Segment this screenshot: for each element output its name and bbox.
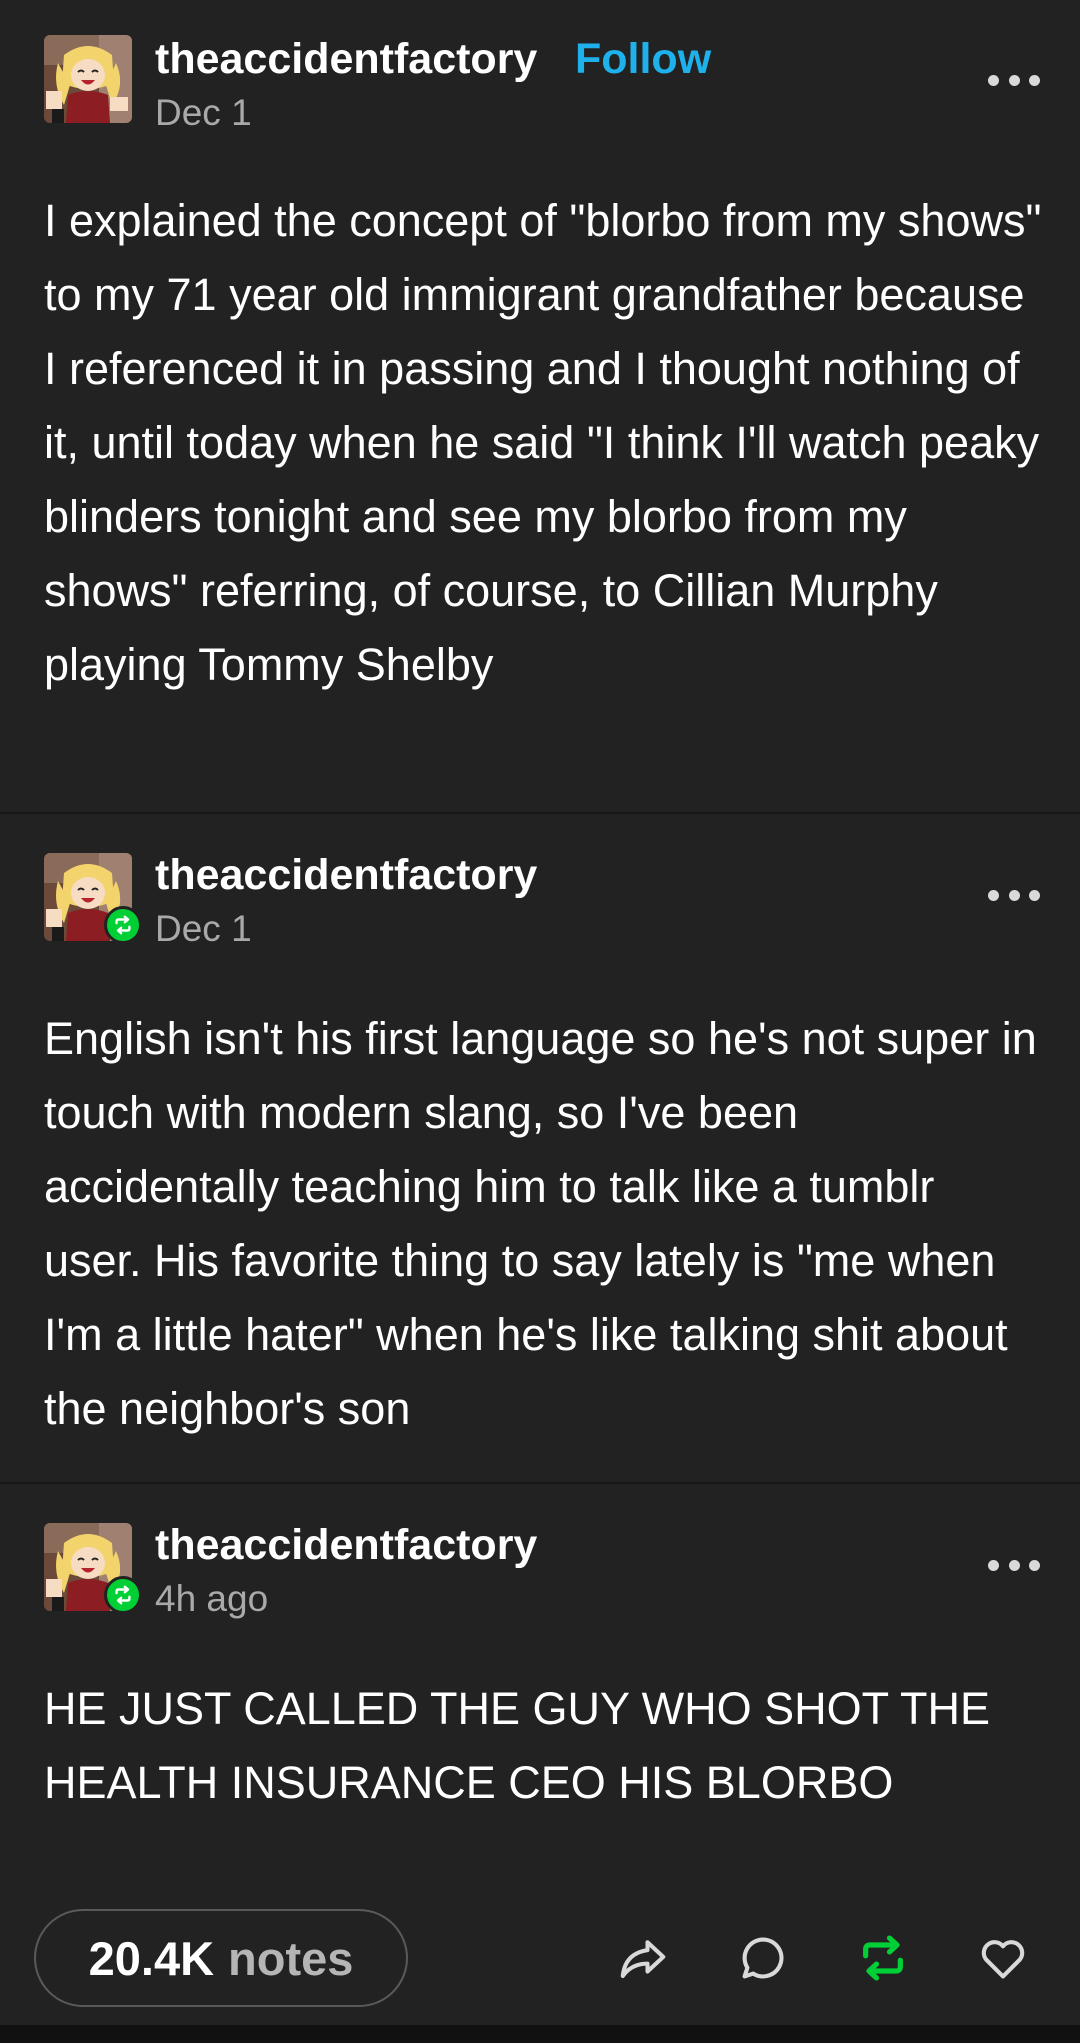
post-body: HE JUST CALLED THE GUY WHO SHOT THE HEAL…: [44, 1683, 991, 1808]
more-options-icon[interactable]: [988, 883, 1040, 907]
share-icon: [620, 1940, 666, 1979]
notes-button[interactable]: 20.4K notes: [34, 1909, 408, 2007]
username[interactable]: theaccidentfactory: [155, 851, 537, 900]
comment-icon: [742, 1937, 784, 1979]
username[interactable]: theaccidentfactory: [155, 1521, 537, 1570]
reblog-icon: [863, 1935, 903, 1981]
reblog-button[interactable]: [853, 1928, 913, 1988]
post-body: I explained the concept of "blorbo from …: [44, 195, 1042, 690]
heart-icon: [981, 1940, 1025, 1979]
bottom-edge: [0, 2025, 1080, 2043]
post-footer: 20.4K notes: [0, 1900, 1080, 2020]
post-body: English isn't his first language so he's…: [44, 1013, 1037, 1434]
reblog-badge: [104, 1576, 142, 1614]
avatar[interactable]: [44, 35, 132, 123]
follow-button[interactable]: Follow: [575, 35, 711, 84]
comment-button[interactable]: [733, 1928, 793, 1988]
notes-count: 20.4K: [88, 1931, 215, 1985]
reblog-icon: [115, 915, 131, 935]
reblog-badge: [104, 906, 142, 944]
divider: [0, 812, 1080, 814]
more-options-icon[interactable]: [988, 68, 1040, 92]
post-date: 4h ago: [155, 1578, 269, 1619]
post-header: theaccidentfactory Follow Dec 1: [0, 0, 1080, 133]
username[interactable]: theaccidentfactory: [155, 35, 537, 84]
post-date: Dec 1: [155, 92, 252, 133]
reblog-icon: [115, 1585, 131, 1605]
post-date: Dec 1: [155, 908, 252, 949]
post-1: theaccidentfactory Follow Dec 1 I explai…: [0, 0, 1080, 812]
more-options-icon[interactable]: [988, 1553, 1040, 1577]
share-button[interactable]: [613, 1928, 673, 1988]
like-button[interactable]: [973, 1928, 1033, 1988]
divider: [0, 1482, 1080, 1484]
notes-label: notes: [228, 1931, 354, 1985]
post-3: theaccidentfactory 4h ago HE JUST CALLED…: [0, 1488, 1080, 1900]
post-2: theaccidentfactory Dec 1 English isn't h…: [0, 818, 1080, 1482]
